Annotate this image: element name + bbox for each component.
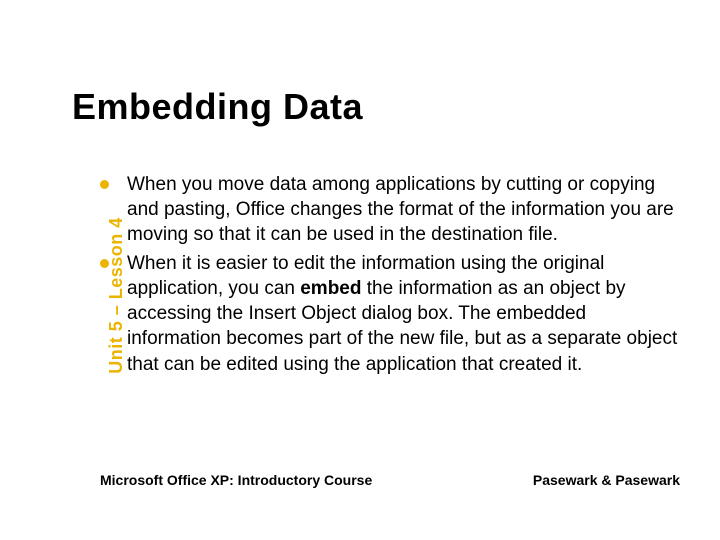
bullet-text: When you move data among applications by… — [127, 172, 680, 247]
bullet-icon — [100, 180, 109, 189]
bullet-text: When it is easier to edit the informatio… — [127, 251, 680, 376]
list-item: When it is easier to edit the informatio… — [100, 251, 680, 376]
content-area: When you move data among applications by… — [100, 172, 680, 381]
footer-left: Microsoft Office XP: Introductory Course — [100, 472, 372, 488]
bullet-icon — [100, 259, 109, 268]
slide: Embedding Data Unit 5 – Lesson 4 When yo… — [0, 0, 720, 540]
bullet-text-bold: embed — [300, 278, 361, 299]
list-item: When you move data among applications by… — [100, 172, 680, 247]
page-title: Embedding Data — [72, 86, 363, 128]
footer-right: Pasewark & Pasewark — [533, 472, 680, 488]
footer: Microsoft Office XP: Introductory Course… — [100, 472, 680, 488]
